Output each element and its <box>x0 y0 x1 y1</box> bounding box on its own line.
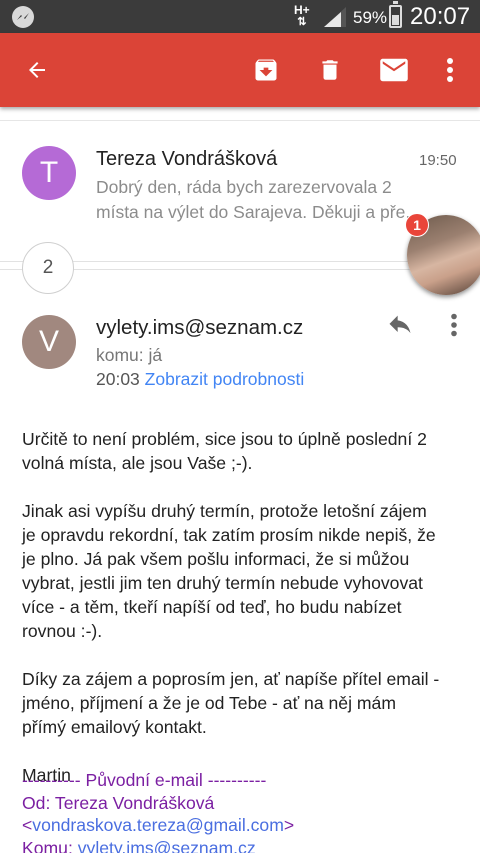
notification-badge: 1 <box>405 213 429 237</box>
quoted-from-address: <vondraskova.tereza@gmail.com> <box>22 814 472 837</box>
quoted-to: Komu: vylety.ims@seznam.cz <box>22 837 472 853</box>
sender-email: vylety.ims@seznam.cz <box>96 316 304 339</box>
open-message: V vylety.ims@seznam.cz komu: já 20:03 Zo… <box>0 296 480 853</box>
quoted-from: Od: Tereza Vondrášková <box>22 792 215 813</box>
body-line: je opravdu rekordní, tak zatím prosím ni… <box>22 525 436 545</box>
archive-button[interactable] <box>246 50 286 90</box>
chat-head[interactable]: 1 <box>405 213 480 297</box>
quoted-to-email-link[interactable]: vylety.ims@seznam.cz <box>78 838 256 853</box>
body-line: rovnou :-). <box>22 621 103 641</box>
messenger-icon <box>12 6 34 28</box>
quoted-header: ---------- Původní e-mail ---------- <box>22 770 267 790</box>
network-arrows-icon: ⇅ <box>297 16 307 28</box>
snippet-line: místa na výlet do Sarajeva. Děkuji a pře… <box>96 202 420 222</box>
bracket-close: > <box>283 815 295 835</box>
battery-percentage: 59% <box>353 8 388 27</box>
message-time: 19:50 <box>419 152 457 169</box>
show-details-link[interactable]: Zobrazit podrobnosti <box>145 369 305 389</box>
body-line: vybrat, jestli jim ten druhý termín nebu… <box>22 573 423 593</box>
app-toolbar <box>0 33 480 107</box>
recipient-line: komu: já <box>96 345 163 365</box>
status-bar: H+ ⇅ 59% 20:07 <box>0 0 480 33</box>
quoted-message: ---------- Původní e-mail ---------- Od:… <box>22 769 472 853</box>
more-vert-icon <box>447 58 453 82</box>
body-line: Díky za zájem a poprosím jen, ať napíše … <box>22 669 440 689</box>
archive-icon <box>255 59 277 81</box>
back-button[interactable] <box>17 50 57 90</box>
body-line: volná místa, ale jsou Vaše ;-). <box>22 453 253 473</box>
more-vert-icon[interactable] <box>450 313 458 337</box>
snippet-line: Dobrý den, ráda bych zarezervovala 2 <box>96 177 392 197</box>
battery-icon <box>389 1 402 28</box>
hidden-count-label: 2 <box>42 257 54 278</box>
back-arrow-icon <box>29 62 45 78</box>
trash-icon <box>322 60 338 80</box>
clock: 20:07 <box>410 3 471 30</box>
bracket-open: < <box>22 815 33 835</box>
message-snippet: Dobrý den, ráda bych zarezervovala 2 mís… <box>96 175 420 225</box>
body-line: jméno, příjmení a že je od Tebe - ať na … <box>22 693 396 713</box>
avatar: V <box>22 315 76 369</box>
sender-name: Tereza Vondrášková <box>96 148 278 170</box>
avatar-letter: T <box>39 156 59 189</box>
signal-icon <box>324 7 346 27</box>
avatar-letter: V <box>38 325 59 358</box>
message-time: 20:03 <box>96 369 140 389</box>
mark-unread-button[interactable] <box>374 50 414 90</box>
body-line: přímý emailový kontakt. <box>22 717 207 737</box>
quoted-from-email-link[interactable]: vondraskova.tereza@gmail.com <box>32 815 284 835</box>
mail-icon <box>380 58 408 82</box>
body-line: Určitě to není problém, sice jsou to úpl… <box>22 429 427 449</box>
message-body: Určitě to není problém, sice jsou to úpl… <box>22 427 472 787</box>
avatar: T <box>22 146 76 200</box>
body-line: je plno. Já pak všem pošlu informaci, že… <box>22 549 410 569</box>
reply-icon[interactable] <box>386 314 414 336</box>
more-options-button[interactable] <box>430 50 470 90</box>
quoted-to-label: Komu: <box>22 837 78 853</box>
time-details: 20:03 Zobrazit podrobnosti <box>96 369 304 390</box>
badge-count: 1 <box>413 217 421 233</box>
network-type: H+ ⇅ <box>294 3 310 28</box>
hidden-messages-count[interactable]: 2 <box>22 242 74 294</box>
delete-button[interactable] <box>310 50 350 90</box>
body-line: více - a těm, tkeří napíší od teď, ho bu… <box>22 597 402 617</box>
body-line: Jinak asi vypíšu druhý termín, protože l… <box>22 501 427 521</box>
